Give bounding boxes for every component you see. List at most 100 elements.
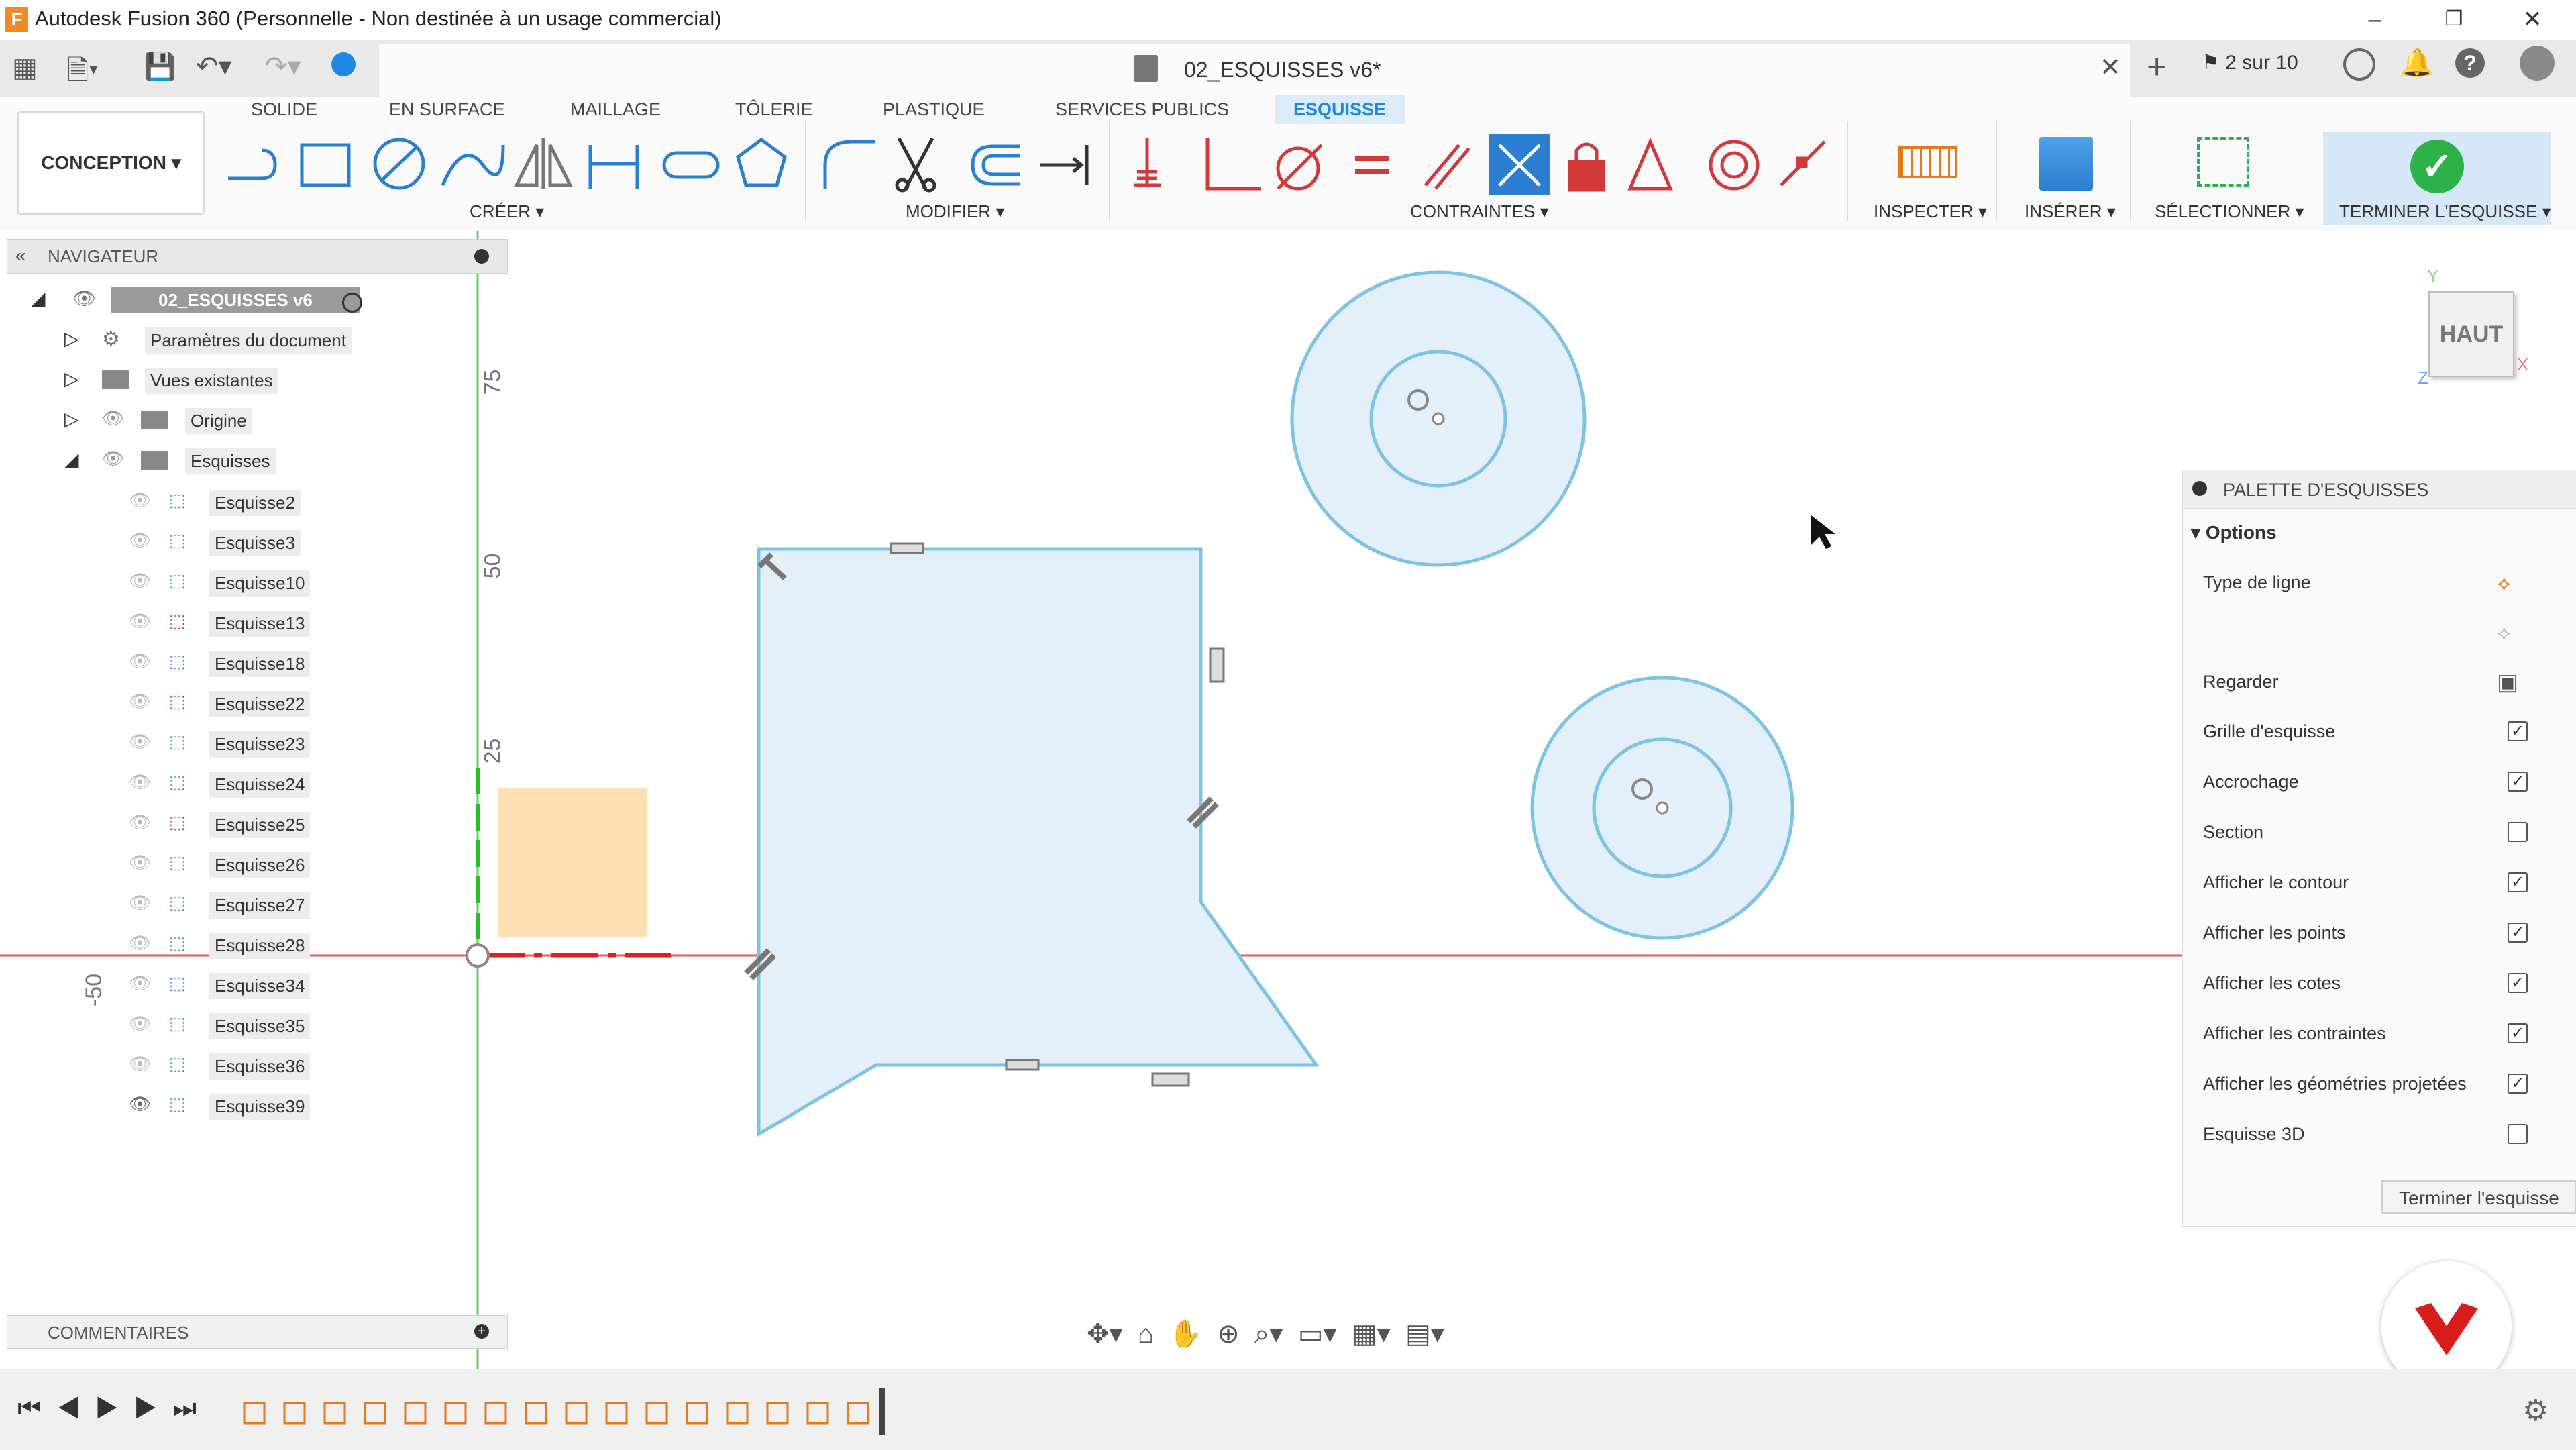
look-at-icon[interactable]: ⌂ xyxy=(1138,1319,1154,1349)
visibility-icon[interactable]: 👁 xyxy=(102,408,124,429)
new-tab-icon[interactable]: + xyxy=(2147,47,2167,87)
timeline-sketch-feature[interactable] xyxy=(364,1402,386,1425)
job-status[interactable]: ⚑ 2 sur 10 xyxy=(2202,51,2298,74)
dimension-tool-icon[interactable] xyxy=(588,145,639,189)
timeline-sketch-feature[interactable] xyxy=(766,1402,789,1425)
3d-sketch-checkbox[interactable] xyxy=(2508,1124,2528,1144)
visibility-hidden-icon[interactable]: 👁 xyxy=(129,530,151,551)
visibility-hidden-icon[interactable]: 👁 xyxy=(129,651,151,672)
mirror-tool-icon[interactable] xyxy=(513,138,574,189)
add-comment-icon[interactable]: + xyxy=(474,1324,489,1339)
parallel-constraint-icon[interactable] xyxy=(1424,144,1470,190)
tangent-constraint-icon[interactable] xyxy=(1276,144,1323,191)
restore-icon[interactable]: ❐ xyxy=(2434,3,2474,36)
horizontal-constraint-glyph-2[interactable] xyxy=(1005,1059,1040,1071)
timeline-sketch-feature[interactable] xyxy=(565,1402,588,1425)
zoom-icon[interactable]: ⊕ xyxy=(1217,1319,1240,1349)
step-back-icon[interactable]: ◀ xyxy=(56,1394,95,1423)
look-at-icon[interactable]: ▣ xyxy=(2497,669,2518,696)
vertical-constraint-glyph[interactable] xyxy=(1209,647,1225,683)
show-projected-checkbox[interactable]: ✓ xyxy=(2508,1074,2528,1094)
file-menu-icon[interactable]: 🗎▾ xyxy=(67,51,99,97)
create-group-label[interactable]: CRÉER ▾ xyxy=(470,201,544,222)
rectangle-tool-icon[interactable] xyxy=(300,143,351,187)
centerline-icon[interactable]: ⟡ xyxy=(2497,621,2511,646)
timeline-sketch-feature[interactable] xyxy=(323,1402,346,1425)
expanded-icon[interactable]: ◢ xyxy=(64,448,79,470)
timeline-sketch-feature[interactable] xyxy=(444,1402,467,1425)
tab-tolerie[interactable]: TÔLERIE xyxy=(735,99,813,120)
tab-solide[interactable]: SOLIDE xyxy=(251,99,317,120)
snap-checkbox[interactable]: ✓ xyxy=(2508,772,2528,792)
circle-tool-icon[interactable] xyxy=(373,138,425,190)
timeline-sketch-feature[interactable] xyxy=(806,1402,829,1425)
palette-header[interactable]: PALETTE D'ESQUISSES xyxy=(2183,470,2576,509)
clock-icon[interactable] xyxy=(2343,48,2375,81)
collapse-navigator-icon[interactable]: « xyxy=(15,245,26,266)
timeline-sketch-feature[interactable] xyxy=(645,1402,668,1425)
sketch-profile[interactable] xyxy=(757,547,1320,1137)
midpoint-constraint-icon[interactable] xyxy=(1780,140,1826,187)
viewports-icon[interactable]: ▤▾ xyxy=(1405,1319,1444,1349)
sketch-grid-checkbox[interactable]: ✓ xyxy=(2508,721,2528,741)
grid-settings-icon[interactable]: ▦▾ xyxy=(1352,1319,1391,1349)
show-dimensions-checkbox[interactable]: ✓ xyxy=(2508,973,2528,993)
center-point-top[interactable] xyxy=(1432,412,1445,425)
select-window-icon[interactable] xyxy=(2197,137,2249,187)
timeline-marker[interactable] xyxy=(879,1388,885,1435)
go-to-start-icon[interactable]: ⏮ xyxy=(17,1394,56,1423)
comments-panel-header[interactable]: COMMENTAIRES + xyxy=(7,1315,508,1349)
expand-icon[interactable]: ▷ xyxy=(64,327,79,350)
workspace-selector[interactable]: CONCEPTION ▾ xyxy=(17,111,205,215)
visibility-hidden-icon[interactable]: 👁 xyxy=(129,812,151,833)
timeline-sketch-feature[interactable] xyxy=(686,1402,708,1425)
timeline-sketch-feature[interactable] xyxy=(525,1402,547,1425)
select-group-label[interactable]: SÉLECTIONNER ▾ xyxy=(2155,201,2304,222)
pan-icon[interactable]: ✋ xyxy=(1169,1319,1202,1349)
orbit-icon[interactable]: ✥▾ xyxy=(1087,1319,1123,1349)
measure-tool-icon[interactable] xyxy=(1898,146,1957,178)
undo-icon[interactable]: ↶▾ xyxy=(196,51,232,82)
construction-line-icon[interactable]: ⟡ xyxy=(2497,571,2511,597)
timeline-settings-gear-icon[interactable]: ⚙ xyxy=(2522,1394,2548,1428)
tab-close-icon[interactable]: ✕ xyxy=(2100,52,2121,83)
trim-tool-icon[interactable] xyxy=(895,137,936,193)
tab-maillage[interactable]: MAILLAGE xyxy=(570,99,661,120)
timeline-sketch-feature[interactable] xyxy=(484,1402,507,1425)
finish-sketch-button[interactable]: ✓ TERMINER L'ESQUISSE ▾ xyxy=(2323,132,2551,225)
minimize-icon[interactable]: – xyxy=(2355,3,2395,36)
visibility-hidden-icon[interactable]: 👁 xyxy=(129,691,151,712)
expanded-icon[interactable]: ◢ xyxy=(31,287,46,309)
display-settings-icon[interactable]: ▭▾ xyxy=(1298,1319,1337,1349)
visibility-icon[interactable]: 👁 xyxy=(102,448,124,469)
activate-radio-icon[interactable] xyxy=(342,293,362,313)
notifications-icon[interactable]: 🔔 xyxy=(2400,47,2434,79)
visibility-icon[interactable]: 👁 xyxy=(72,287,97,309)
visibility-hidden-icon[interactable]: 👁 xyxy=(129,973,151,994)
visibility-hidden-icon[interactable]: 👁 xyxy=(129,731,151,752)
timeline-sketch-feature[interactable] xyxy=(847,1402,869,1425)
data-panel-icon[interactable] xyxy=(331,52,356,76)
visibility-hidden-icon[interactable]: 👁 xyxy=(129,490,151,511)
timeline-sketch-feature[interactable] xyxy=(404,1402,427,1425)
close-icon[interactable]: ✕ xyxy=(2512,3,2553,36)
tab-plastique[interactable]: PLASTIQUE xyxy=(883,99,985,120)
redo-icon[interactable]: ↷▾ xyxy=(265,51,301,82)
visibility-hidden-icon[interactable]: 👁 xyxy=(129,570,151,591)
equal-constraint-icon[interactable] xyxy=(1355,156,1389,174)
polygon-tool-icon[interactable] xyxy=(736,137,787,187)
insert-group-label[interactable]: INSÉRER ▾ xyxy=(2025,201,2116,222)
horizontal-constraint-glyph[interactable] xyxy=(890,542,924,554)
play-icon[interactable]: ▶ xyxy=(95,1394,134,1423)
modify-group-label[interactable]: MODIFIER ▾ xyxy=(906,201,1004,222)
help-icon[interactable]: ? xyxy=(2455,48,2485,78)
slice-checkbox[interactable] xyxy=(2508,822,2528,842)
show-constraints-checkbox[interactable]: ✓ xyxy=(2508,1023,2528,1043)
visibility-hidden-icon[interactable]: 👁 xyxy=(129,933,151,953)
insert-image-icon[interactable] xyxy=(2039,137,2093,191)
visibility-hidden-icon[interactable]: 👁 xyxy=(129,852,151,873)
origin-point[interactable] xyxy=(466,943,490,968)
apps-grid-icon[interactable]: ▦ xyxy=(12,52,38,83)
fillet-tool-icon[interactable] xyxy=(823,140,875,189)
visibility-hidden-icon[interactable]: 👁 xyxy=(129,772,151,792)
